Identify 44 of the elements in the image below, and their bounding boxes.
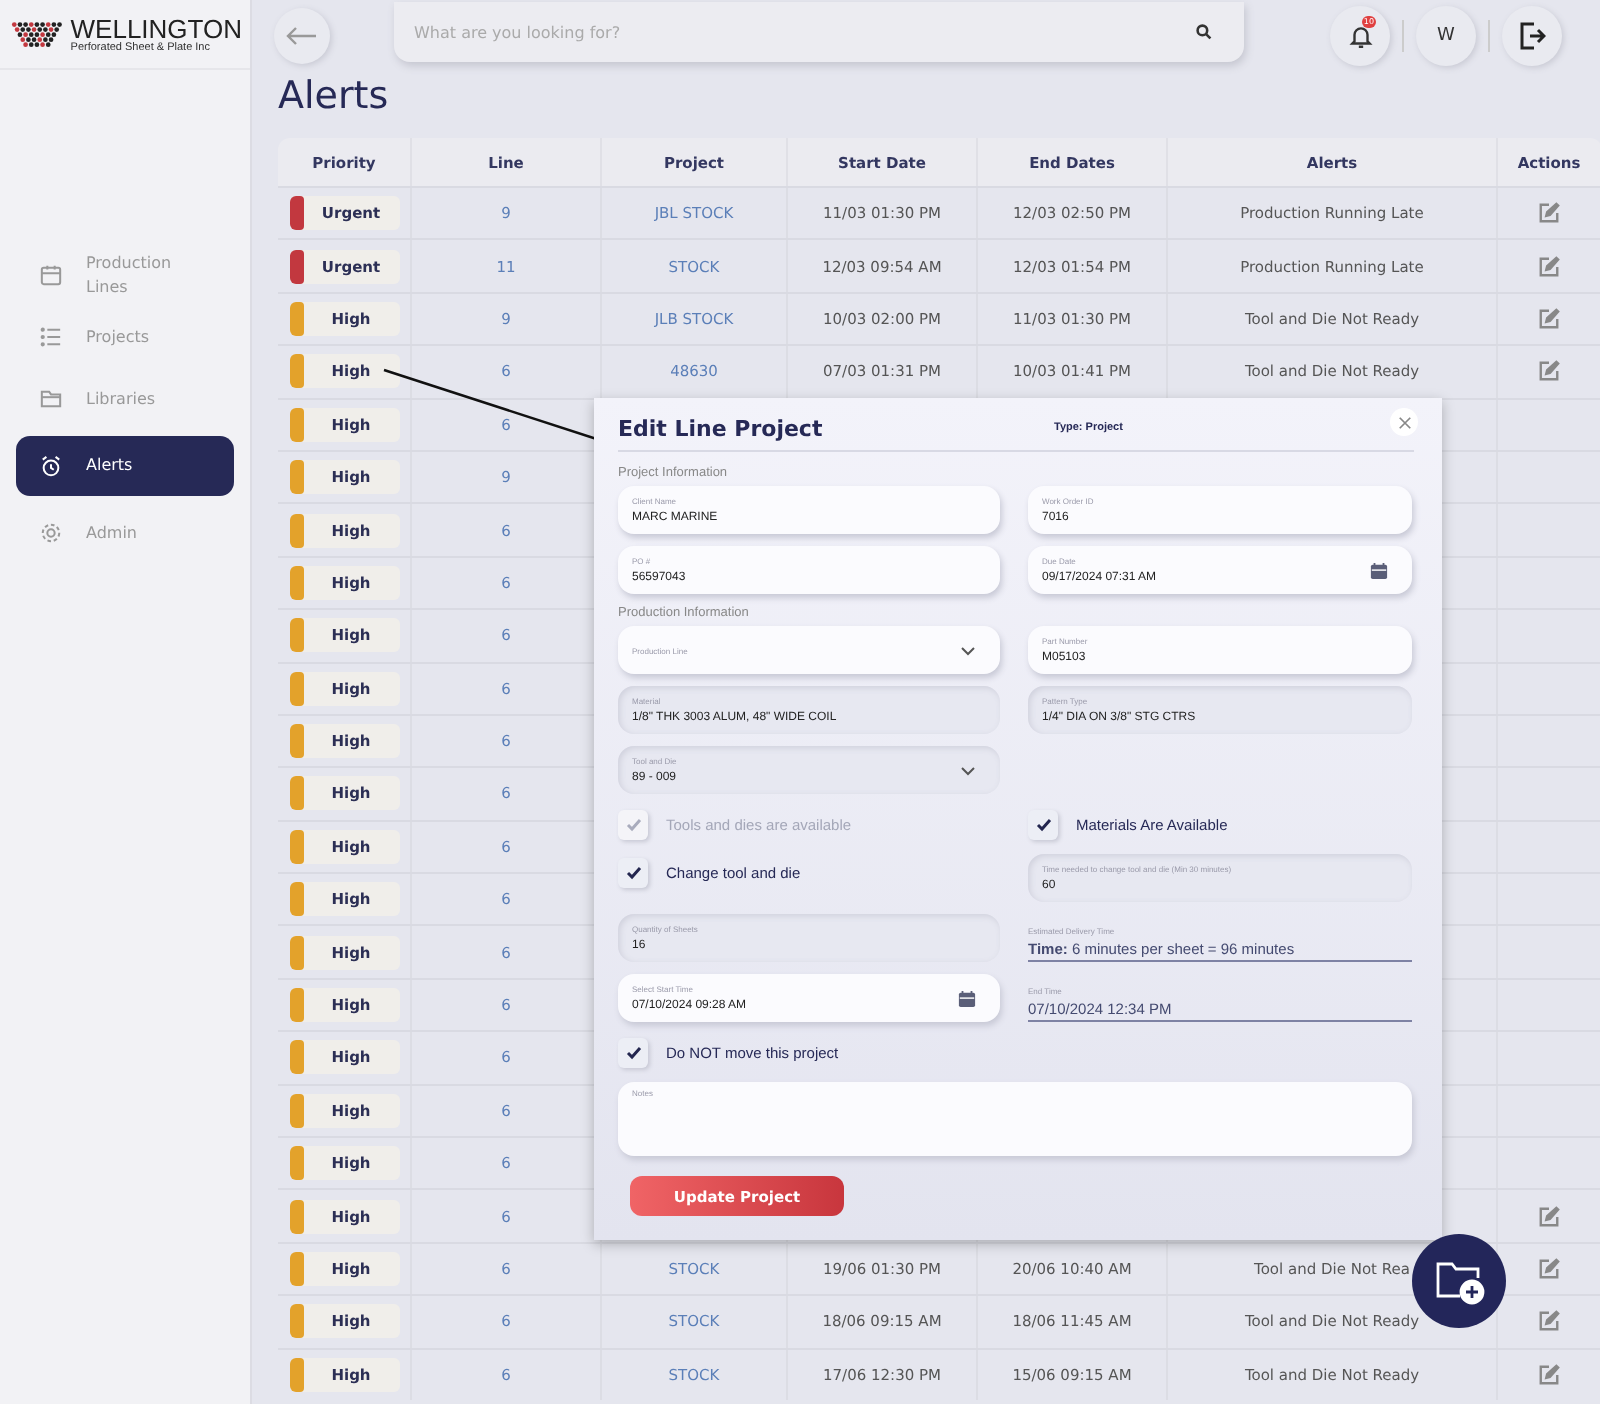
gear-icon: [40, 522, 62, 544]
search-field[interactable]: What are you looking for?: [394, 2, 1244, 62]
page-title: Alerts: [278, 72, 391, 122]
checkbox[interactable]: [1028, 809, 1058, 839]
brand-name: WELLINGTON: [70, 15, 242, 41]
edit-icon[interactable]: [1538, 1363, 1560, 1386]
calendar-icon: [1370, 561, 1388, 579]
edit-icon[interactable]: [1538, 1310, 1560, 1333]
edit-icon[interactable]: [1538, 255, 1560, 278]
calendar-icon: [40, 264, 62, 286]
sidebar-item[interactable]: Production Lines: [16, 250, 234, 300]
sidebar-item[interactable]: Projects: [16, 312, 234, 362]
close-icon: [1397, 415, 1411, 429]
edit-icon[interactable]: [1538, 1205, 1560, 1228]
edit-icon[interactable]: [1538, 360, 1560, 383]
edit-icon[interactable]: [1538, 307, 1560, 330]
user-avatar[interactable]: W: [1416, 6, 1476, 66]
folder-icon: [40, 388, 62, 410]
sidebar-item[interactable]: Libraries: [16, 374, 234, 424]
sidebar-item[interactable]: Alerts: [16, 436, 234, 496]
edit-icon[interactable]: [1538, 202, 1560, 225]
dialog-title: Edit Line Project: [618, 415, 825, 441]
checkbox[interactable]: [618, 1037, 648, 1067]
list-icon: [40, 326, 62, 348]
alarm-icon: [40, 455, 62, 477]
close-button[interactable]: [1390, 408, 1418, 436]
logout-button[interactable]: [1502, 6, 1562, 66]
calendar-icon: [958, 989, 976, 1007]
checkmark-icon: [1035, 817, 1051, 831]
folder-plus-icon: [1433, 1257, 1485, 1305]
checkmark-icon: [625, 865, 641, 879]
search-icon: [1196, 24, 1212, 40]
checkmark-icon: [625, 1045, 641, 1059]
chevron-down-icon: [960, 765, 976, 775]
chevron-down-icon: [960, 645, 976, 655]
edit-icon[interactable]: [1538, 1258, 1560, 1280]
back-button[interactable]: [274, 8, 330, 64]
bell-icon: [1347, 23, 1373, 49]
logo-icon: [8, 16, 65, 52]
checkmark-icon: [625, 817, 641, 831]
arrow-left-icon: [286, 26, 318, 46]
sidebar-item[interactable]: Admin: [16, 508, 234, 558]
logout-icon: [1518, 22, 1546, 50]
checkbox[interactable]: [618, 857, 648, 887]
